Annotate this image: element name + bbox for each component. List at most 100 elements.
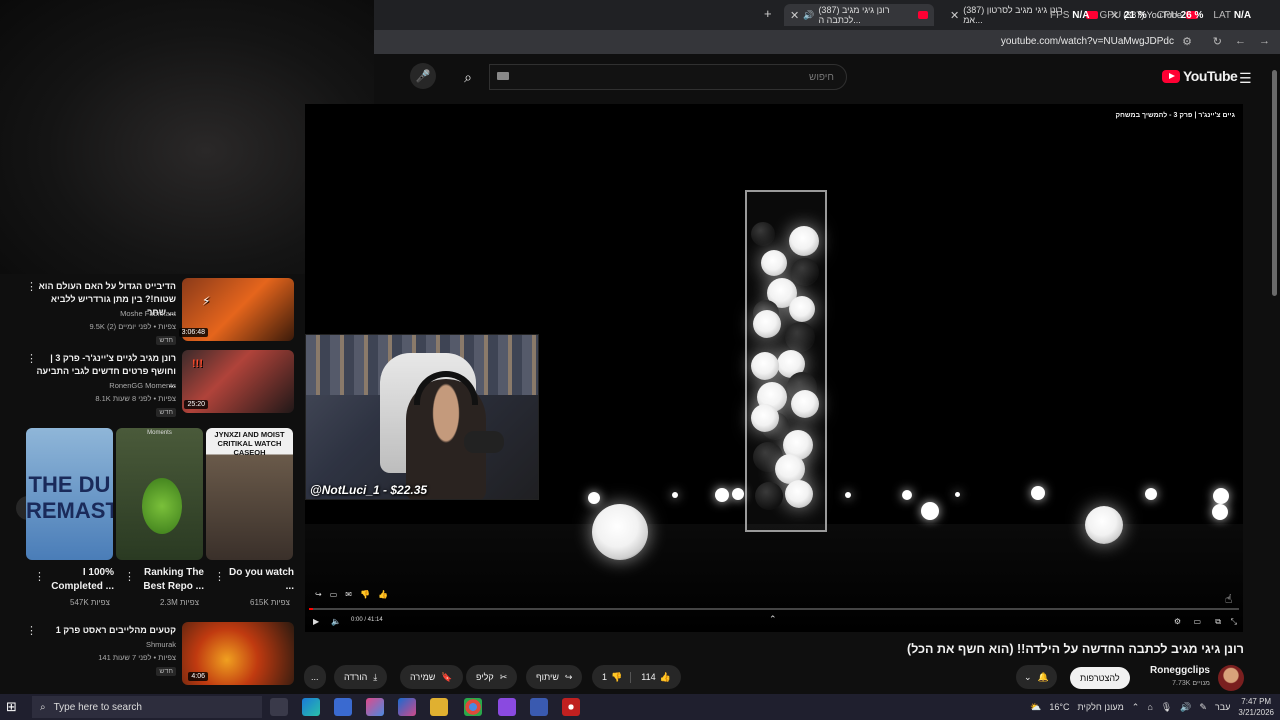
dislike-overlay-icon[interactable]: 👎 (360, 590, 370, 599)
fps-value: N/A (1072, 10, 1090, 21)
forward-icon[interactable]: → (1259, 35, 1270, 47)
pen-icon[interactable]: ✎ (1199, 702, 1207, 713)
weather-icon[interactable]: ⛅ (1030, 702, 1041, 713)
bookmark-icon: 🔖 (441, 671, 453, 682)
save-button[interactable]: שמירה 🔖 (400, 665, 463, 689)
search-input[interactable] (489, 64, 847, 90)
channel-name[interactable]: Shmurak (146, 638, 176, 651)
voice-search-icon[interactable]: 🎤 (410, 63, 436, 89)
short-thumbnail[interactable]: JYNXZI AND MOIST CRITIKAL WATCH CASEOH (206, 428, 293, 560)
new-tab-button[interactable]: + (764, 6, 772, 21)
download-button[interactable]: הורדה ⤓ (334, 665, 388, 689)
video-title[interactable]: קטעים מהלייבים ראסט פרק 1 (36, 624, 176, 637)
chat-icon[interactable]: ▭ (330, 590, 338, 599)
more-actions-button[interactable]: ... (304, 665, 326, 689)
close-tab-icon[interactable]: ✕ (790, 9, 799, 22)
language-indicator[interactable]: עבר (1215, 702, 1230, 712)
like-button[interactable]: 114 👍 (631, 672, 681, 683)
like-overlay-icon[interactable]: 👍 (378, 590, 388, 599)
file-explorer-icon[interactable] (430, 698, 448, 716)
browser-tab-active[interactable]: ✕ 🔊 (387) רונן גיגי מגיב לכתבה ה... (784, 4, 934, 26)
youtube-logo[interactable]: YouTube (1162, 68, 1238, 84)
weather-desc[interactable]: מעונן חלקית (1077, 702, 1123, 712)
system-tray: ⛅ 16°C מעונן חלקית ⌃ ⌂ 🎙 🔊 ✎ עבר 7:47 PM… (1030, 696, 1274, 718)
back-icon[interactable]: ← (1235, 35, 1246, 47)
short-title[interactable]: Do you watch ... (226, 566, 294, 594)
thumbnail-art: ⚡ (202, 294, 211, 308)
m365-icon[interactable] (398, 698, 416, 716)
chrome-icon[interactable] (464, 698, 482, 716)
youtube-favicon-icon (918, 11, 928, 19)
store-icon[interactable] (334, 698, 352, 716)
close-tab-icon[interactable]: ✕ (950, 9, 959, 22)
notifications-button[interactable]: ⌄ 🔔 (1016, 665, 1057, 689)
more-options-icon[interactable]: ⋮ (26, 280, 37, 293)
reload-icon[interactable]: ↻ (1213, 35, 1222, 48)
clock[interactable]: 7:47 PM 3/21/2026 (1238, 696, 1274, 718)
streaming-app-icon[interactable] (498, 698, 516, 716)
video-meta: 9.5K צפיות • לפני יומיים (2) (89, 322, 176, 331)
chevron-up-icon[interactable]: ⌃ (1132, 702, 1140, 713)
network-icon[interactable]: ⌂ (1147, 702, 1152, 712)
short-title[interactable]: Ranking The Best Repo ... (136, 566, 204, 594)
channel-name[interactable]: Moshe Fabrikant (120, 307, 176, 320)
short-thumbnail[interactable]: THE DU REMASTERED (26, 428, 113, 560)
task-view-icon[interactable] (270, 698, 288, 716)
url-field[interactable]: youtube.com/watch?v=NUaMwgJDPdc (1001, 36, 1174, 47)
progress-bar[interactable] (309, 608, 1239, 610)
short-thumbnail[interactable]: Moments (116, 428, 203, 560)
channel-avatar[interactable] (1218, 665, 1244, 691)
play-icon[interactable]: ▶ (313, 617, 319, 626)
obs-icon[interactable] (562, 698, 580, 716)
more-label: ... (311, 672, 319, 682)
taskbar-search[interactable]: ⌕ Type here to search (32, 696, 262, 718)
short-thumbnail-text: JYNXZI AND MOIST CRITIKAL WATCH CASEOH (214, 430, 285, 457)
theater-icon[interactable]: ⧉ (1215, 617, 1221, 627)
volume-icon[interactable]: 🔈 (331, 617, 341, 626)
share-label: שיתוף (536, 672, 559, 682)
search-icon[interactable]: ⌕ (449, 64, 487, 90)
clip-button[interactable]: קליפ ✂ (466, 665, 518, 689)
miniplayer-icon[interactable]: ▭ (1193, 617, 1201, 626)
dislike-button[interactable]: 1 👎 (602, 671, 632, 683)
comment-icon[interactable]: ✉ (345, 590, 352, 599)
more-options-icon[interactable]: ⋮ (26, 352, 37, 365)
subscribe-button[interactable]: להצטרפות (1070, 667, 1130, 689)
share-button[interactable]: שיתוף ↪ (526, 665, 583, 689)
channel-name[interactable]: RonenGG Moments (109, 379, 176, 392)
more-options-icon[interactable]: ⋮ (34, 570, 45, 583)
share-overlay-icon[interactable]: ↪ (315, 590, 322, 599)
more-options-icon[interactable]: ⋮ (124, 570, 135, 583)
expand-chevron-icon[interactable]: ⌃ (769, 614, 777, 625)
more-options-icon[interactable]: ⋮ (214, 570, 225, 583)
scissors-icon: ✂ (499, 671, 508, 682)
address-bar: youtube.com/watch?v=NUaMwgJDPdc ⚙ ↻ ← → (374, 30, 1280, 54)
more-options-icon[interactable]: ⋮ (26, 624, 37, 637)
short-title[interactable]: I 100% Completed ... (46, 566, 114, 594)
list-item[interactable]: !!! 25:20 רונן מגיב לגיים צ'יינג'ר- פרק … (26, 350, 294, 418)
clip-label: קליפ (476, 672, 494, 682)
microphone-icon[interactable]: 🎙 (1161, 702, 1172, 713)
donation-alert: @NotLuci_1 - $22.35 (310, 483, 428, 497)
scrollbar-thumb[interactable] (1272, 70, 1277, 296)
short-views: 615K צפיות (250, 598, 290, 607)
fullscreen-icon[interactable]: ⤡ (1231, 617, 1237, 627)
live-chat-icons: ↪ ▭ ✉ 👎 👍 (315, 590, 388, 599)
chevron-down-icon: ⌄ (1024, 671, 1032, 682)
volume-icon[interactable]: 🔊 (1180, 702, 1191, 713)
frog-figure (142, 478, 182, 534)
share-icon: ↪ (564, 671, 573, 682)
channel-name[interactable]: Roneggclips (1150, 665, 1210, 676)
windows-start-icon[interactable]: ⊞ (6, 699, 17, 715)
list-item[interactable]: 4:06 קטעים מהלייבים ראסט פרק 1 Shmurak 1… (26, 622, 294, 688)
edge-icon[interactable] (302, 698, 320, 716)
keyboard-icon[interactable] (497, 72, 509, 80)
vpn-icon[interactable] (530, 698, 548, 716)
settings-icon[interactable]: ⚙ (1174, 617, 1181, 626)
thumbnail-art: !!! (192, 358, 203, 370)
site-settings-icon[interactable]: ⚙ (1182, 35, 1192, 48)
list-item[interactable]: ⚡ 3:06:48 הדיבייט הגדול על האם העולם הוא… (26, 278, 294, 346)
copilot-icon[interactable] (366, 698, 384, 716)
menu-icon[interactable]: ☰ (1239, 70, 1252, 87)
weather-temp[interactable]: 16°C (1049, 702, 1069, 712)
